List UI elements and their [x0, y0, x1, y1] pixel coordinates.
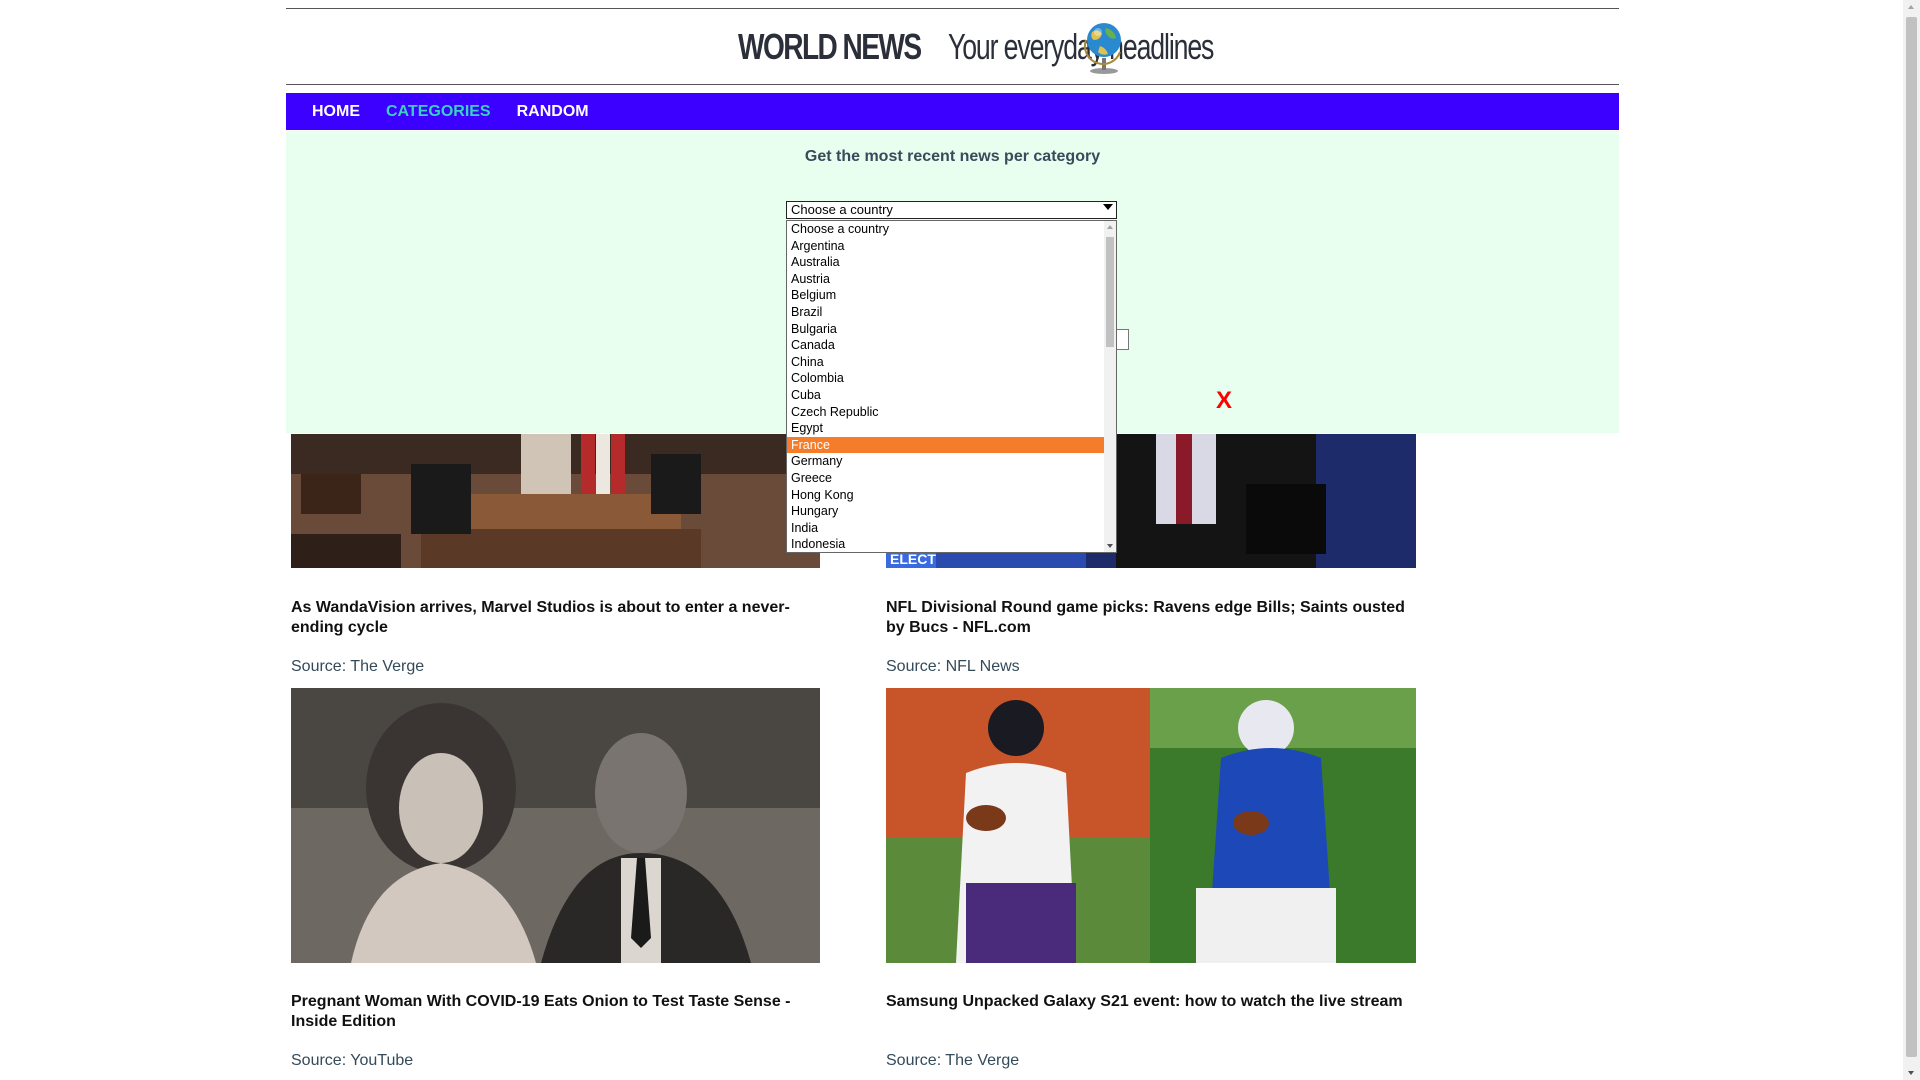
scroll-up-icon[interactable] — [1908, 5, 1914, 9]
nav-home[interactable]: HOME — [312, 103, 360, 121]
article-source: Source: NFL News — [886, 658, 1020, 675]
article-title[interactable]: Samsung Unpacked Galaxy S21 event: how t… — [886, 992, 1406, 1012]
close-panel-button[interactable]: X — [1216, 387, 1232, 415]
country-option[interactable]: Argentina — [787, 238, 1105, 255]
country-option[interactable]: Hong Kong — [787, 487, 1105, 504]
country-option[interactable]: Greece — [787, 470, 1105, 487]
country-option[interactable]: Germany — [787, 453, 1105, 470]
country-option[interactable]: Canada — [787, 337, 1105, 354]
nav-categories[interactable]: CATEGORIES — [386, 103, 491, 121]
country-option[interactable]: Belgium — [787, 287, 1105, 304]
country-select-value: Choose a country — [791, 202, 893, 217]
scroll-down-icon[interactable] — [1908, 1071, 1914, 1075]
scroll-up-icon[interactable] — [1107, 225, 1113, 229]
country-option[interactable]: Brazil — [787, 304, 1105, 321]
article-image-wandavision[interactable] — [291, 688, 820, 963]
country-option[interactable]: China — [787, 354, 1105, 371]
panel-title: Get the most recent news per category — [804, 148, 1101, 165]
scroll-down-icon[interactable] — [1107, 544, 1113, 548]
country-option[interactable]: Czech Republic — [787, 404, 1105, 421]
country-option[interactable]: Egypt — [787, 420, 1105, 437]
nav-random[interactable]: RANDOM — [517, 103, 589, 121]
category-select-edge[interactable] — [1116, 329, 1129, 350]
country-option[interactable]: Bulgaria — [787, 321, 1105, 338]
country-options: Choose a country Argentina Australia Austri… — [787, 221, 1105, 552]
logo-wordmark: WORLD NEWS — [738, 26, 922, 67]
country-option[interactable]: India — [787, 520, 1105, 537]
article-image-wandavision-vote[interactable] — [291, 434, 820, 568]
article-image-ravens-bills[interactable] — [886, 688, 1416, 963]
country-option[interactable]: France — [787, 436, 1105, 454]
chevron-down-icon — [1103, 204, 1113, 210]
page-scroll-thumb[interactable] — [1906, 17, 1917, 1057]
country-option[interactable]: Australia — [787, 254, 1105, 271]
dropdown-scroll-thumb[interactable] — [1106, 237, 1114, 347]
main-nav: HOME CATEGORIES RANDOM — [286, 93, 1619, 130]
svg-text:ELECT: ELECT — [890, 551, 936, 567]
dropdown-scrollbar[interactable] — [1104, 221, 1116, 552]
country-select[interactable]: Choose a country — [786, 201, 1117, 219]
article-source: Source: YouTube — [291, 1052, 414, 1069]
country-option[interactable]: Hungary — [787, 503, 1105, 520]
country-option[interactable]: Choose a country — [787, 221, 1105, 238]
news-page: WORLD NEWS Your everyday headlines HOME … — [0, 0, 1920, 1080]
country-option[interactable]: Austria — [787, 271, 1105, 288]
article-title[interactable]: NFL Divisional Round game picks: Ravens … — [886, 598, 1406, 638]
article-title[interactable]: As WandaVision arrives, Marvel Studios i… — [291, 598, 831, 638]
globe-icon — [1083, 23, 1121, 74]
page-scrollbar[interactable] — [1903, 0, 1920, 1080]
country-option[interactable]: Cuba — [787, 387, 1105, 404]
article-source: Source: The Verge — [886, 1052, 1020, 1069]
header-bottom-rule — [286, 84, 1619, 85]
country-option[interactable]: Colombia — [787, 370, 1105, 387]
country-option[interactable]: Indonesia — [787, 536, 1105, 552]
article-title[interactable]: Pregnant Woman With COVID-19 Eats Onion … — [291, 992, 831, 1032]
article-source: Source: The Verge — [291, 658, 425, 675]
header-top-rule — [286, 8, 1619, 9]
country-dropdown[interactable]: Choose a country Argentina Australia Austri… — [786, 220, 1117, 553]
site-logo[interactable]: WORLD NEWS Your everyday headlines — [738, 22, 1306, 72]
